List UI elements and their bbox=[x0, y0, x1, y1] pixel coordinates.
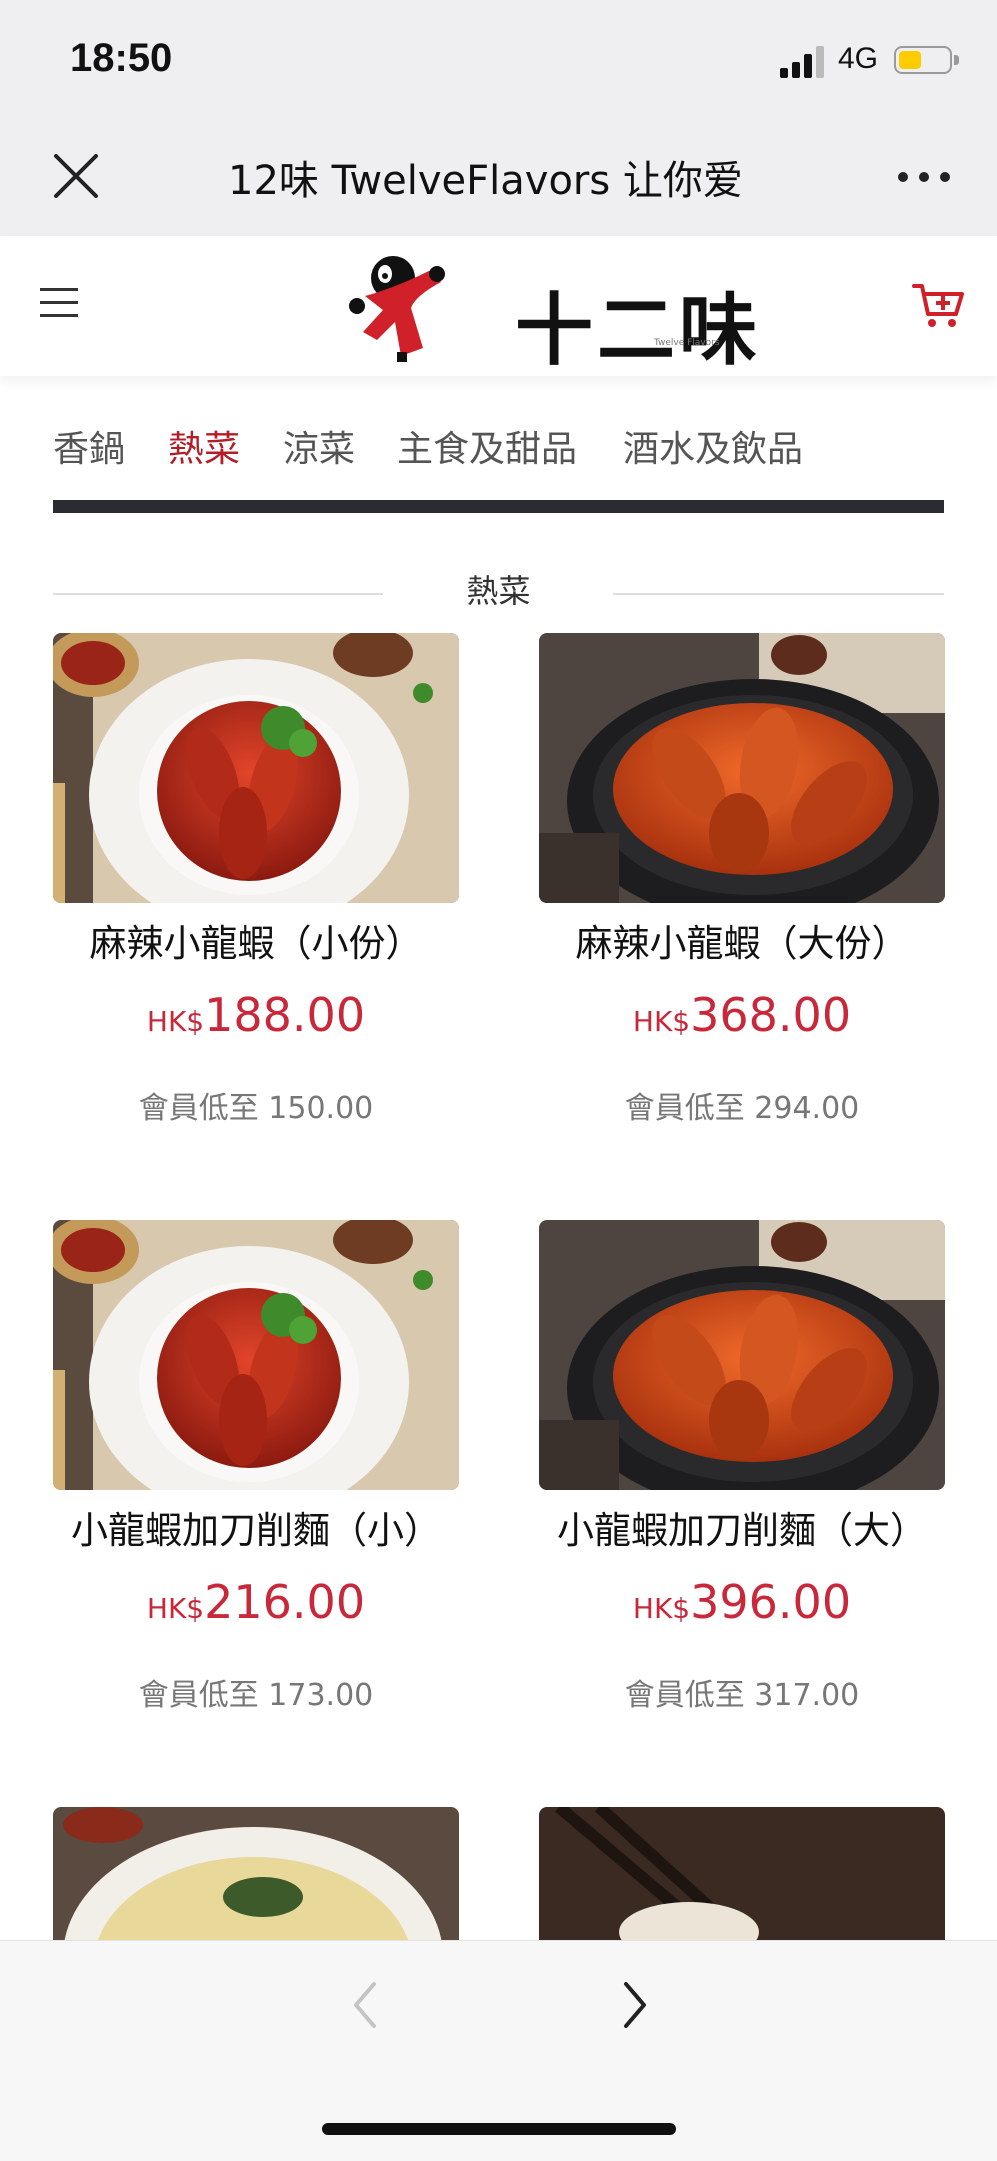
product-name[interactable]: 小龍蝦加刀削麵（小） bbox=[53, 1500, 459, 1554]
status-time: 18:50 bbox=[70, 36, 173, 80]
panda-mascot-logo bbox=[349, 256, 445, 362]
back-arrow-icon[interactable] bbox=[350, 1980, 380, 2030]
signal-icon bbox=[780, 46, 824, 78]
price-currency: HK$ bbox=[146, 1592, 205, 1625]
page-title: 12味 TwelveFlavors 让你爱 bbox=[228, 158, 743, 204]
battery-level bbox=[899, 51, 921, 69]
member-price: 會員低至 150.00 bbox=[138, 1091, 374, 1126]
member-price: 會員低至 317.00 bbox=[624, 1678, 860, 1713]
section-title: 熱菜 bbox=[466, 572, 531, 610]
logo-subtitle: Twelve Flavors bbox=[654, 338, 720, 348]
cart-icon[interactable] bbox=[912, 282, 964, 330]
tab-staples-desserts[interactable]: 主食及甜品 bbox=[397, 420, 577, 472]
close-icon[interactable] bbox=[50, 150, 102, 202]
price-value: 368.00 bbox=[690, 988, 852, 1042]
battery-icon bbox=[894, 46, 952, 74]
product-image-crayfish-white-plate[interactable] bbox=[53, 633, 459, 903]
network-type: 4G bbox=[838, 42, 879, 75]
banner-image-edge bbox=[53, 500, 944, 513]
tab-xiang-guo[interactable]: 香鍋 bbox=[53, 420, 125, 472]
forward-arrow-icon[interactable] bbox=[620, 1980, 650, 2030]
product-image-crayfish-black-bowl[interactable] bbox=[539, 1220, 945, 1490]
price-currency: HK$ bbox=[632, 1005, 691, 1038]
price-currency: HK$ bbox=[632, 1592, 691, 1625]
product-image-dumpling-chopsticks[interactable] bbox=[539, 1807, 945, 1947]
price-value: 216.00 bbox=[204, 1575, 366, 1629]
price-currency: HK$ bbox=[146, 1005, 205, 1038]
product-name[interactable]: 麻辣小龍蝦（小份） bbox=[53, 913, 459, 967]
more-options-icon[interactable] bbox=[896, 170, 952, 184]
menu-icon[interactable] bbox=[40, 286, 80, 320]
product-image-noodle-soup-bowl[interactable] bbox=[53, 1807, 459, 1947]
product-image-crayfish-white-plate[interactable] bbox=[53, 1220, 459, 1490]
site-header bbox=[0, 236, 997, 376]
tab-drinks[interactable]: 酒水及飲品 bbox=[623, 420, 803, 472]
logo-wordmark: 十二味 bbox=[515, 285, 762, 376]
product-name[interactable]: 小龍蝦加刀削麵（大） bbox=[539, 1500, 945, 1554]
tab-hot-dishes[interactable]: 熱菜 bbox=[168, 420, 240, 472]
member-price: 會員低至 173.00 bbox=[138, 1678, 374, 1713]
home-indicator bbox=[322, 2123, 676, 2135]
category-tabs: 香鍋 熱菜 涼菜 主食及甜品 酒水及飲品 bbox=[0, 420, 997, 484]
product-name[interactable]: 麻辣小龍蝦（大份） bbox=[539, 913, 945, 967]
product-image-crayfish-black-bowl[interactable] bbox=[539, 633, 945, 903]
product-price: HK$216.00 bbox=[53, 1575, 459, 1629]
tab-cold-dishes[interactable]: 涼菜 bbox=[283, 420, 355, 472]
price-value: 396.00 bbox=[690, 1575, 852, 1629]
price-value: 188.00 bbox=[204, 988, 366, 1042]
product-price: HK$188.00 bbox=[53, 988, 459, 1042]
product-price: HK$396.00 bbox=[539, 1575, 945, 1629]
product-price: HK$368.00 bbox=[539, 988, 945, 1042]
member-price: 會員低至 294.00 bbox=[624, 1091, 860, 1126]
battery-tip bbox=[954, 55, 959, 65]
